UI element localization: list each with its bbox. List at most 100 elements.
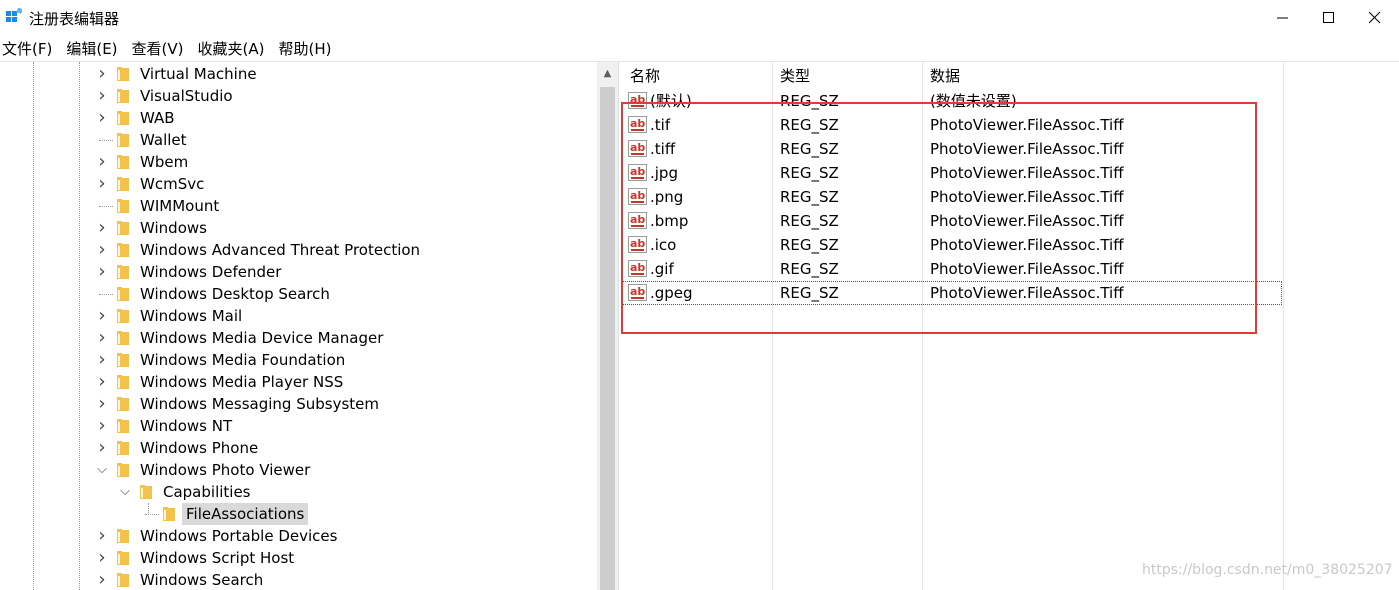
column-header-data[interactable]: 数据 [930,64,960,88]
chevron-right-icon[interactable]: › [97,525,107,547]
tree-item-label: FileAssociations [182,503,309,525]
tree-item-label: Wallet [140,131,187,149]
chevron-right-icon[interactable]: › [97,415,107,437]
title-bar: 注册表编辑器 [0,0,1399,36]
chevron-right-icon[interactable]: › [97,547,107,569]
tree-scrollbar[interactable]: ▲ [597,62,618,590]
chevron-right-icon[interactable]: › [97,173,107,195]
chevron-down-icon[interactable]: ⌵ [97,459,107,481]
folder-icon [117,221,129,235]
column-header-name[interactable]: 名称 [630,64,660,88]
tree-item[interactable]: Wallet [0,129,597,151]
tree-item[interactable]: › WcmSvc [0,173,597,195]
folder-icon [117,177,129,191]
tree-item[interactable]: › Windows NT [0,415,597,437]
tree-guide-connector [99,140,113,141]
tree-item-label: WcmSvc [140,175,205,193]
tree-item[interactable]: › Windows [0,217,597,239]
tree-item[interactable]: › Wbem [0,151,597,173]
chevron-right-icon[interactable]: › [97,63,107,85]
tree-item[interactable]: Windows Desktop Search [0,283,597,305]
tree-item-label: Windows Messaging Subsystem [140,395,379,413]
watermark: https://blog.csdn.net/m0_38025207 [1142,562,1393,578]
chevron-right-icon[interactable]: › [97,107,107,129]
chevron-right-icon[interactable]: › [97,371,107,393]
close-button[interactable] [1352,0,1398,36]
tree-item[interactable]: WIMMount [0,195,597,217]
chevron-right-icon[interactable]: › [97,239,107,261]
tree-item-label: VisualStudio [140,87,233,105]
tree-item[interactable]: › Windows Media Device Manager [0,327,597,349]
tree-item[interactable]: › Windows Portable Devices [0,525,597,547]
folder-icon [117,529,129,543]
tree-guide-line [148,503,149,515]
tree-item[interactable]: › Windows Phone [0,437,597,459]
tree-item-label: Windows [140,219,207,237]
tree-item[interactable]: › Windows Mail [0,305,597,327]
chevron-right-icon[interactable]: › [97,569,107,590]
window-title: 注册表编辑器 [29,10,120,28]
tree-item-label: Windows Defender [140,263,282,281]
tree-item-label: Capabilities [163,483,251,501]
tree-item[interactable]: › Virtual Machine [0,63,597,85]
tree-item[interactable]: › Windows Media Foundation [0,349,597,371]
menu-edit[interactable]: 编辑(E) [64,38,123,60]
tree-item[interactable]: › Windows Script Host [0,547,597,569]
chevron-right-icon[interactable]: › [97,349,107,371]
folder-icon [117,573,129,587]
chevron-right-icon[interactable]: › [97,217,107,239]
folder-icon [117,133,129,147]
menu-view[interactable]: 查看(V) [130,38,190,60]
chevron-right-icon[interactable]: › [97,261,107,283]
chevron-right-icon[interactable]: › [97,151,107,173]
column-header-type[interactable]: 类型 [780,64,810,88]
folder-icon [117,155,129,169]
tree-item[interactable]: › Windows Defender [0,261,597,283]
menu-bar: 文件(F) 编辑(E) 查看(V) 收藏夹(A) 帮助(H) [0,38,343,60]
chevron-right-icon[interactable]: › [97,437,107,459]
chevron-down-icon[interactable]: ⌵ [120,481,130,503]
tree-item-label: Windows Search [140,571,264,589]
tree-item-label: Windows Script Host [140,549,295,567]
tree-item[interactable]: › Windows Messaging Subsystem [0,393,597,415]
maximize-button[interactable] [1306,0,1352,36]
chevron-right-icon[interactable]: › [97,393,107,415]
folder-icon [117,309,129,323]
folder-icon [117,199,129,213]
tree-item[interactable]: FileAssociations [0,503,597,525]
menu-favorites[interactable]: 收藏夹(A) [196,38,271,60]
minimize-icon [1277,17,1288,19]
folder-icon [117,353,129,367]
tree-item[interactable]: › VisualStudio [0,85,597,107]
folder-icon [117,67,129,81]
tree-item[interactable]: › Windows Advanced Threat Protection [0,239,597,261]
minimize-button[interactable] [1260,0,1306,36]
tree-item[interactable]: › Windows Media Player NSS [0,371,597,393]
folder-icon [117,331,129,345]
tree-item[interactable]: › Windows Search [0,569,597,590]
scroll-up-arrow-icon[interactable]: ▲ [597,62,618,84]
column-separator[interactable] [1283,62,1284,590]
registry-editor-icon [6,8,22,22]
folder-icon [117,375,129,389]
tree-item-label: Windows Mail [140,307,243,325]
tree-item[interactable]: ⌵ Windows Photo Viewer [0,459,597,481]
folder-icon [140,485,152,499]
tree-item-label: WIMMount [140,197,220,215]
tree-item-label: Windows Desktop Search [140,285,330,303]
tree-guide-connector [99,294,113,295]
chevron-right-icon[interactable]: › [97,327,107,349]
menu-file[interactable]: 文件(F) [0,38,58,60]
scrollbar-thumb[interactable] [600,87,615,590]
folder-icon [163,507,175,521]
chevron-right-icon[interactable]: › [97,85,107,107]
folder-icon [117,265,129,279]
folder-icon [117,463,129,477]
tree-item[interactable]: › WAB [0,107,597,129]
tree-item[interactable]: ⌵ Capabilities [0,481,597,503]
folder-icon [117,397,129,411]
registry-tree[interactable]: › Virtual Machine › VisualStudio › WAB Wallet ›… [0,62,597,590]
menu-help[interactable]: 帮助(H) [276,38,337,60]
chevron-right-icon[interactable]: › [97,305,107,327]
tree-item-label: WAB [140,109,175,127]
